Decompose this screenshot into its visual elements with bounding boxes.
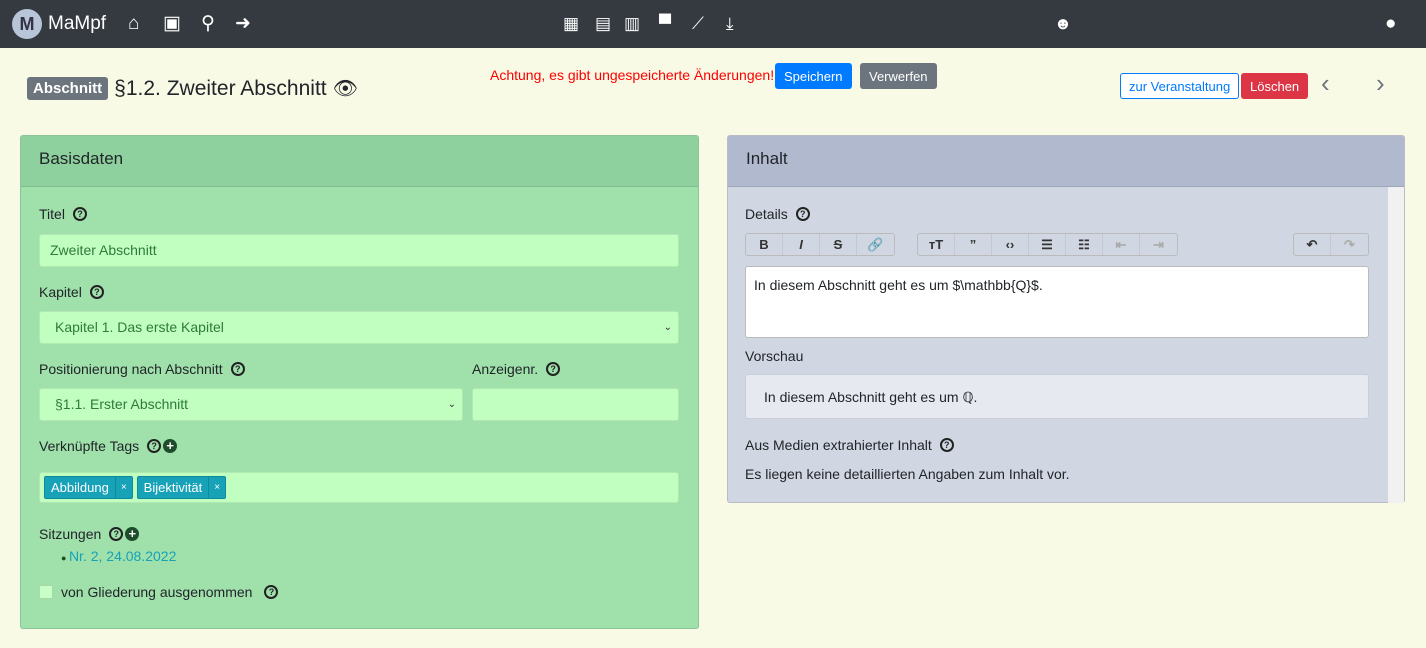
- scrollbar[interactable]: [1388, 187, 1404, 503]
- logo: M: [12, 9, 42, 39]
- details-editor[interactable]: In diesem Abschnitt geht es um $\mathbb{…: [745, 266, 1369, 338]
- chapter-label: Kapitel: [39, 284, 82, 300]
- bullet-icon: ●: [61, 553, 69, 563]
- title-text: §1.2. Zweiter Abschnitt: [114, 76, 327, 100]
- profile-icon[interactable]: ▣: [163, 12, 181, 36]
- details-label: Details: [745, 206, 788, 222]
- numbered-list-icon[interactable]: ☷: [1066, 234, 1103, 255]
- eye-icon[interactable]: 👁: [333, 76, 358, 101]
- plus-icon[interactable]: +: [163, 439, 178, 453]
- newspaper-icon[interactable]: ▥: [624, 12, 640, 36]
- help-icon[interactable]: ?: [264, 585, 279, 599]
- chapter-value: Kapitel 1. Das erste Kapitel: [55, 319, 224, 335]
- position-select[interactable]: §1.1. Erster Abschnitt ⌄: [39, 388, 463, 421]
- position-label: Positionierung nach Abschnitt: [39, 361, 223, 377]
- undo-icon[interactable]: ↶: [1294, 234, 1331, 255]
- position-value: §1.1. Erster Abschnitt: [55, 396, 189, 412]
- brand-link[interactable]: M MaMpf: [12, 9, 106, 39]
- bold-icon[interactable]: B: [746, 234, 783, 255]
- discard-button[interactable]: Verwerfen: [860, 63, 937, 89]
- download-icon[interactable]: ⤓: [726, 12, 734, 36]
- outdent-icon[interactable]: ⇤: [1103, 234, 1140, 255]
- indent-icon[interactable]: ⇥: [1140, 234, 1177, 255]
- users-cog-icon[interactable]: ☻: [1054, 12, 1072, 36]
- extracted-label: Aus Medien extrahierter Inhalt: [745, 437, 932, 453]
- navbar: M MaMpf ⌂ ▣ ⚲ ➜ ▦ ▤ ▥ ▀ ⟋ ⤓ ☻ ●: [0, 0, 1426, 48]
- user-icon[interactable]: ●: [1385, 12, 1396, 36]
- tags-input[interactable]: Abbildung × Bijektivität ×: [39, 472, 679, 503]
- delete-button[interactable]: Löschen: [1241, 73, 1309, 99]
- help-icon[interactable]: ?: [795, 207, 810, 221]
- history-toolbar: ↶ ↷: [1293, 233, 1369, 256]
- exclude-label: von Gliederung ausgenommen: [61, 584, 253, 600]
- content-header: Inhalt: [728, 136, 1404, 187]
- tags-label: Verknüpfte Tags: [39, 438, 140, 454]
- tag-label: Abbildung: [51, 480, 109, 495]
- bullet-list-icon[interactable]: ☰: [1029, 234, 1066, 255]
- tag-chip: Abbildung ×: [44, 476, 133, 499]
- to-event-button[interactable]: zur Veranstaltung: [1120, 73, 1240, 99]
- logout-icon[interactable]: ➜: [235, 12, 251, 36]
- tag-chip: Bijektivität ×: [136, 476, 227, 499]
- code-icon[interactable]: ‹›: [992, 234, 1029, 255]
- brand-name: MaMpf: [48, 13, 107, 34]
- help-icon[interactable]: ?: [546, 362, 561, 376]
- help-icon[interactable]: ?: [230, 362, 245, 376]
- session-link[interactable]: Nr. 2, 24.08.2022: [69, 548, 176, 564]
- title-label: Titel: [39, 206, 65, 222]
- display-number-label: Anzeigenr.: [472, 361, 539, 377]
- preview-label: Vorschau: [745, 348, 804, 364]
- redo-icon[interactable]: ↷: [1331, 234, 1368, 255]
- display-number-input[interactable]: [472, 388, 679, 421]
- extracted-text: Es liegen keine detaillierten Angaben zu…: [745, 466, 1070, 482]
- help-icon[interactable]: ?: [72, 207, 87, 221]
- save-button[interactable]: Speichern: [775, 63, 852, 89]
- chart-icon[interactable]: ⟋: [692, 12, 704, 36]
- help-icon[interactable]: ?: [109, 527, 124, 541]
- help-icon[interactable]: ?: [89, 285, 104, 299]
- chevron-right-icon[interactable]: ›: [1376, 68, 1385, 99]
- basis-header: Basisdaten: [21, 136, 698, 187]
- home-icon[interactable]: ⌂: [128, 12, 139, 36]
- format-toolbar: B I S 🔗: [745, 233, 895, 256]
- comment-icon[interactable]: ▀: [659, 12, 671, 36]
- plus-icon[interactable]: +: [125, 527, 140, 541]
- help-icon[interactable]: ?: [147, 439, 162, 453]
- unsaved-warning: Achtung, es gibt ungespeicherte Änderung…: [490, 67, 775, 83]
- chevron-down-icon: ⌄: [447, 399, 456, 410]
- quote-icon[interactable]: ”: [955, 234, 992, 255]
- type-badge: Abschnitt: [27, 77, 109, 100]
- page-title: Abschnitt §1.2. Zweiter Abschnitt 👁: [27, 76, 358, 101]
- preview-box: In diesem Abschnitt geht es um ℚ.: [745, 374, 1369, 419]
- block-toolbar: тT” ‹› ☰ ☷ ⇤ ⇥: [917, 233, 1178, 256]
- strikethrough-icon[interactable]: S: [820, 234, 857, 255]
- chevron-down-icon: ⌄: [663, 322, 672, 333]
- link-icon[interactable]: 🔗: [857, 234, 894, 255]
- search-icon[interactable]: ⚲: [201, 12, 215, 36]
- exclude-checkbox[interactable]: [39, 585, 53, 599]
- help-icon[interactable]: ?: [939, 438, 954, 452]
- sessions-label: Sitzungen: [39, 526, 102, 542]
- remove-icon[interactable]: ×: [208, 477, 225, 498]
- heading-icon[interactable]: тT: [918, 234, 955, 255]
- chevron-left-icon[interactable]: ‹: [1321, 68, 1330, 99]
- session-item: ● Nr. 2, 24.08.2022: [61, 548, 176, 564]
- calendar-icon[interactable]: ▦: [563, 12, 579, 36]
- italic-icon[interactable]: I: [783, 234, 820, 255]
- tag-label: Bijektivität: [143, 480, 203, 495]
- clipboard-icon[interactable]: ▤: [595, 12, 611, 36]
- chapter-select[interactable]: Kapitel 1. Das erste Kapitel ⌄: [39, 311, 679, 344]
- title-input[interactable]: Zweiter Abschnitt: [39, 234, 679, 267]
- remove-icon[interactable]: ×: [114, 477, 132, 498]
